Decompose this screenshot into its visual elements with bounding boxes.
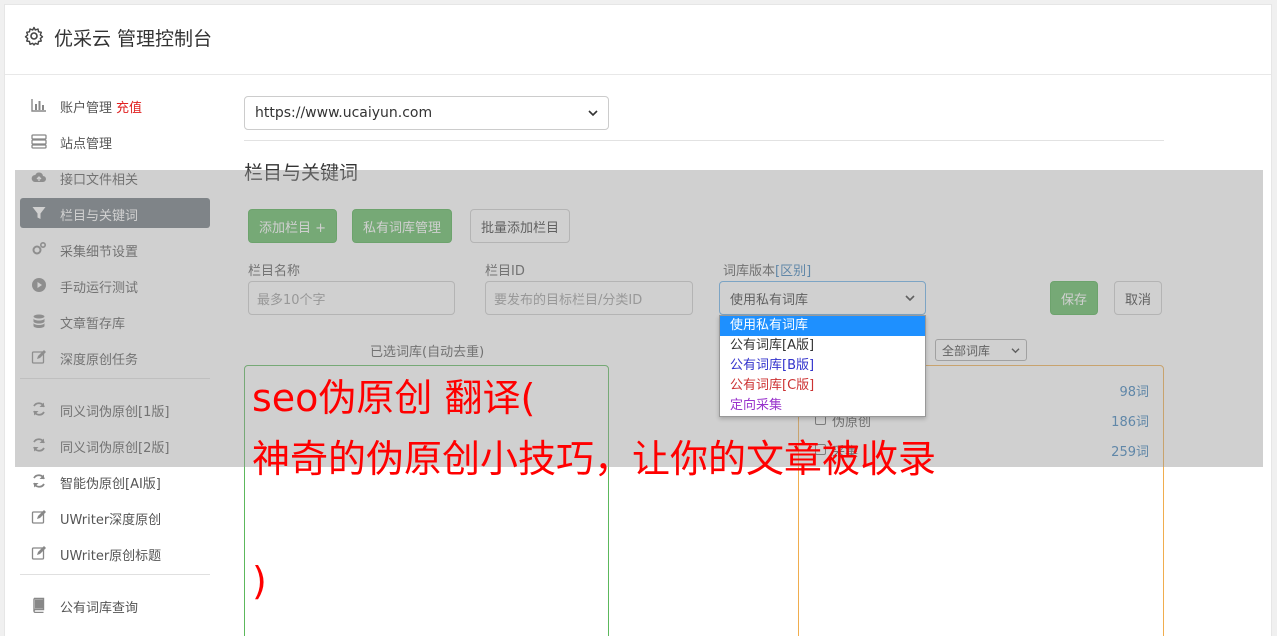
headline-line: seo伪原创 翻译( bbox=[252, 376, 536, 420]
edit-icon bbox=[31, 546, 46, 560]
sidebar-item-label: UWriter原创标题 bbox=[60, 549, 162, 564]
sidebar-item-label: 智能伪原创[AI版] bbox=[60, 477, 161, 492]
edit-icon bbox=[31, 510, 46, 524]
sidebar-item-public-lib-query[interactable]: 公有词库查询 bbox=[20, 590, 210, 620]
sidebar-item-sites[interactable]: 站点管理 bbox=[20, 126, 210, 156]
app-title: 优采云 管理控制台 bbox=[54, 28, 213, 50]
sidebar-item-ai-rewrite[interactable]: 智能伪原创[AI版] bbox=[20, 466, 210, 496]
chevron-down-icon bbox=[588, 110, 598, 117]
lib-option[interactable]: 公有词库[A版] bbox=[720, 336, 925, 356]
book-icon bbox=[33, 597, 45, 613]
sidebar-item-label: 站点管理 bbox=[60, 137, 113, 152]
lib-option[interactable]: 使用私有词库 bbox=[720, 316, 925, 336]
headline-line: 神奇的伪原创小技巧，让你的文章被收录 bbox=[252, 437, 937, 481]
recharge-link[interactable]: 充值 bbox=[116, 101, 142, 116]
bar-chart-icon bbox=[31, 99, 46, 112]
server-icon bbox=[31, 134, 47, 149]
divider bbox=[244, 140, 1164, 141]
refresh-icon bbox=[33, 474, 45, 488]
sidebar-divider bbox=[20, 574, 210, 575]
sidebar-item-label: UWriter深度原创 bbox=[60, 513, 162, 528]
headline-line: ) bbox=[252, 559, 267, 603]
top-bar: 优采云 管理控制台 bbox=[5, 5, 1271, 75]
sidebar-item-label: 公有词库查询 bbox=[60, 601, 139, 616]
sidebar-item-uwriter-deep[interactable]: UWriter深度原创 bbox=[20, 502, 210, 532]
gear-icon bbox=[24, 26, 44, 46]
headline-line bbox=[252, 490, 936, 551]
sidebar-item-uwriter-title[interactable]: UWriter原创标题 bbox=[20, 538, 210, 568]
site-select[interactable]: https://www.ucaiyun.com bbox=[244, 96, 609, 130]
sidebar-item-account[interactable]: 账户管理 充值 bbox=[20, 90, 210, 120]
overlay-headline: seo伪原创 翻译( 神奇的伪原创小技巧，让你的文章被收录 ) bbox=[252, 368, 936, 612]
sidebar-item-label: 账户管理 bbox=[60, 101, 113, 116]
